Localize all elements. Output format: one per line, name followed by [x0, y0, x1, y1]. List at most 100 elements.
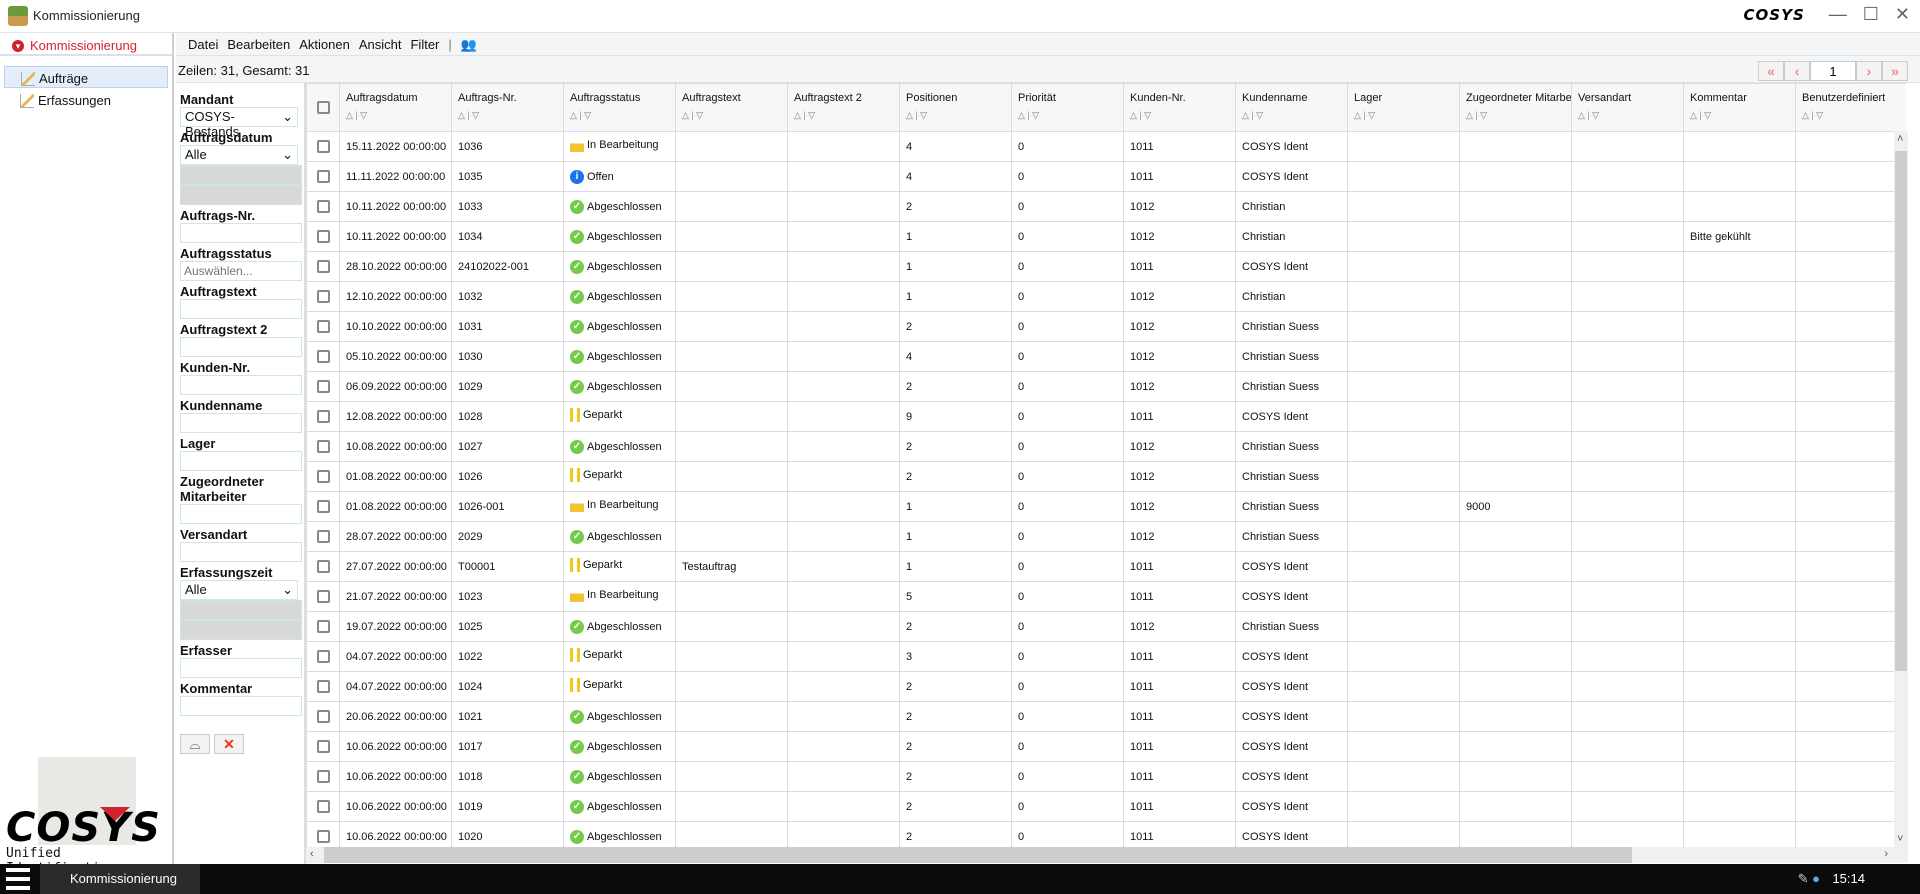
row-checkbox[interactable]: [316, 410, 330, 423]
menu-aktionen[interactable]: Aktionen: [299, 37, 350, 55]
lager-input[interactable]: [180, 451, 302, 471]
table-row[interactable]: 21.07.2022 00:00:00 1023 In Bearbeitung 5 0 1…: [306, 581, 1906, 612]
sort-controls[interactable]: △ | ▽: [346, 110, 445, 121]
auftragstext-input[interactable]: [180, 299, 302, 319]
sort-desc-icon[interactable]: ▽: [472, 110, 479, 120]
table-row[interactable]: 12.10.2022 00:00:00 1032 ✓ Abgeschlossen 1 0 1…: [306, 281, 1906, 312]
table-row[interactable]: 10.06.2022 00:00:00 1017 ✓ Abgeschlossen 2 0 1…: [306, 731, 1906, 762]
sort-desc-icon[interactable]: ▽: [808, 110, 815, 120]
versandart-input[interactable]: [180, 542, 302, 562]
row-checkbox[interactable]: [316, 350, 330, 363]
column-header[interactable]: Benutzerdefiniert △ | ▽: [1795, 83, 1906, 132]
sort-asc-icon[interactable]: △: [1018, 110, 1025, 120]
row-checkbox[interactable]: [316, 170, 330, 183]
sort-asc-icon[interactable]: △: [1578, 110, 1585, 120]
table-row[interactable]: 10.10.2022 00:00:00 1031 ✓ Abgeschlossen 2 0 1…: [306, 311, 1906, 342]
clear-filter-button[interactable]: ✕: [214, 734, 244, 754]
menu-filter[interactable]: Filter: [410, 37, 439, 55]
row-checkbox[interactable]: [316, 650, 330, 663]
maximize-button[interactable]: ☐: [1863, 4, 1879, 25]
table-row[interactable]: 28.07.2022 00:00:00 2029 ✓ Abgeschlossen 1 0 1…: [306, 521, 1906, 552]
kundenname-input[interactable]: [180, 413, 302, 433]
next-page-button[interactable]: ›: [1856, 61, 1882, 81]
scroll-up-icon[interactable]: ˄: [1897, 133, 1903, 145]
start-menu-icon[interactable]: [6, 868, 30, 890]
first-page-button[interactable]: «: [1758, 61, 1784, 81]
column-header[interactable]: Auftrags-Nr. △ | ▽: [451, 83, 564, 132]
sort-desc-icon[interactable]: ▽: [1256, 110, 1263, 120]
sort-asc-icon[interactable]: △: [458, 110, 465, 120]
table-row[interactable]: 01.08.2022 00:00:00 1026 Geparkt 2 0 1012 Chri…: [306, 461, 1906, 492]
sort-controls[interactable]: △ | ▽: [1130, 110, 1229, 121]
column-header[interactable]: Auftragsdatum △ | ▽: [339, 83, 452, 132]
column-header[interactable]: Priorität △ | ▽: [1011, 83, 1124, 132]
sort-controls[interactable]: △ | ▽: [1242, 110, 1341, 121]
row-checkbox[interactable]: [316, 560, 330, 573]
tray-icons[interactable]: ✎ ●: [1798, 871, 1820, 887]
sort-controls[interactable]: △ | ▽: [682, 110, 781, 121]
column-header[interactable]: Kommentar △ | ▽: [1683, 83, 1796, 132]
sort-desc-icon[interactable]: ▽: [360, 110, 367, 120]
row-checkbox[interactable]: [316, 200, 330, 213]
column-header[interactable]: Auftragsstatus △ | ▽: [563, 83, 676, 132]
sort-asc-icon[interactable]: △: [1690, 110, 1697, 120]
auftragstext2-input[interactable]: [180, 337, 302, 357]
taskbar-item[interactable]: Kommissionierung: [40, 864, 200, 894]
sort-desc-icon[interactable]: ▽: [1032, 110, 1039, 120]
sort-desc-icon[interactable]: ▽: [1480, 110, 1487, 120]
kommentar-input[interactable]: [180, 696, 302, 716]
sort-controls[interactable]: △ | ▽: [1690, 110, 1789, 121]
table-row[interactable]: 12.08.2022 00:00:00 1028 Geparkt 9 0 1011 COSY…: [306, 401, 1906, 432]
sort-asc-icon[interactable]: △: [682, 110, 689, 120]
select-all-checkbox[interactable]: [316, 101, 330, 114]
column-header[interactable]: Kunden-Nr. △ | ▽: [1123, 83, 1236, 132]
sort-asc-icon[interactable]: △: [794, 110, 801, 120]
auftragsstatus-input[interactable]: [180, 261, 302, 281]
scroll-right-icon[interactable]: ›: [1884, 848, 1888, 860]
mitarbeiter-input[interactable]: [180, 504, 302, 524]
table-row[interactable]: 06.09.2022 00:00:00 1029 ✓ Abgeschlossen 2 0 1…: [306, 371, 1906, 402]
sort-controls[interactable]: △ | ▽: [906, 110, 1005, 121]
menu-ansicht[interactable]: Ansicht: [359, 37, 402, 55]
row-checkbox[interactable]: [316, 440, 330, 453]
kundennr-input[interactable]: [180, 375, 302, 395]
scroll-thumb[interactable]: [1895, 151, 1907, 671]
erfasser-input[interactable]: [180, 658, 302, 678]
erfassungszeit-select[interactable]: Alle ⌄: [180, 580, 298, 600]
sort-asc-icon[interactable]: △: [1354, 110, 1361, 120]
sort-desc-icon[interactable]: ▽: [1368, 110, 1375, 120]
sidebar-item-erfassungen[interactable]: Erfassungen: [4, 88, 168, 110]
sort-asc-icon[interactable]: △: [1130, 110, 1137, 120]
module-header[interactable]: ▾ Kommissionierung: [0, 33, 172, 56]
row-checkbox[interactable]: [316, 830, 330, 843]
auftragsdatum-select[interactable]: Alle ⌄: [180, 145, 298, 165]
column-header[interactable]: Positionen △ | ▽: [899, 83, 1012, 132]
table-row[interactable]: 01.08.2022 00:00:00 1026-001 In Bearbeitun…: [306, 491, 1906, 522]
auftragsnr-input[interactable]: [180, 223, 302, 243]
scroll-down-icon[interactable]: ˅: [1897, 833, 1903, 845]
sort-asc-icon[interactable]: △: [1466, 110, 1473, 120]
row-checkbox[interactable]: [316, 710, 330, 723]
row-checkbox[interactable]: [316, 800, 330, 813]
sort-desc-icon[interactable]: ▽: [1592, 110, 1599, 120]
sort-asc-icon[interactable]: △: [570, 110, 577, 120]
sort-asc-icon[interactable]: △: [906, 110, 913, 120]
table-row[interactable]: 10.06.2022 00:00:00 1020 ✓ Abgeschlossen 2 0 1…: [306, 821, 1906, 847]
scroll-left-icon[interactable]: ‹: [310, 848, 314, 860]
row-checkbox[interactable]: [316, 620, 330, 633]
menu-datei[interactable]: Datei: [188, 37, 218, 55]
prev-page-button[interactable]: ‹: [1784, 61, 1810, 81]
table-row[interactable]: 04.07.2022 00:00:00 1022 Geparkt 3 0 1011 COSY…: [306, 641, 1906, 672]
row-checkbox[interactable]: [316, 530, 330, 543]
table-row[interactable]: 04.07.2022 00:00:00 1024 Geparkt 2 0 1011 COSY…: [306, 671, 1906, 702]
row-checkbox[interactable]: [316, 770, 330, 783]
table-row[interactable]: 11.11.2022 00:00:00 1035 i Offen 4 0 1011 COSYS…: [306, 161, 1906, 192]
sort-desc-icon[interactable]: ▽: [1144, 110, 1151, 120]
table-row[interactable]: 20.06.2022 00:00:00 1021 ✓ Abgeschlossen 2 0 1…: [306, 701, 1906, 732]
table-row[interactable]: 15.11.2022 00:00:00 1036 In Bearbeitung 4 0 1…: [306, 131, 1906, 162]
column-header[interactable]: Auftragstext △ | ▽: [675, 83, 788, 132]
close-button[interactable]: ✕: [1895, 4, 1910, 25]
table-row[interactable]: 10.08.2022 00:00:00 1027 ✓ Abgeschlossen 2 0 1…: [306, 431, 1906, 462]
sort-controls[interactable]: △ | ▽: [458, 110, 557, 121]
table-row[interactable]: 27.07.2022 00:00:00 T00001 Geparkt Testauft…: [306, 551, 1906, 582]
